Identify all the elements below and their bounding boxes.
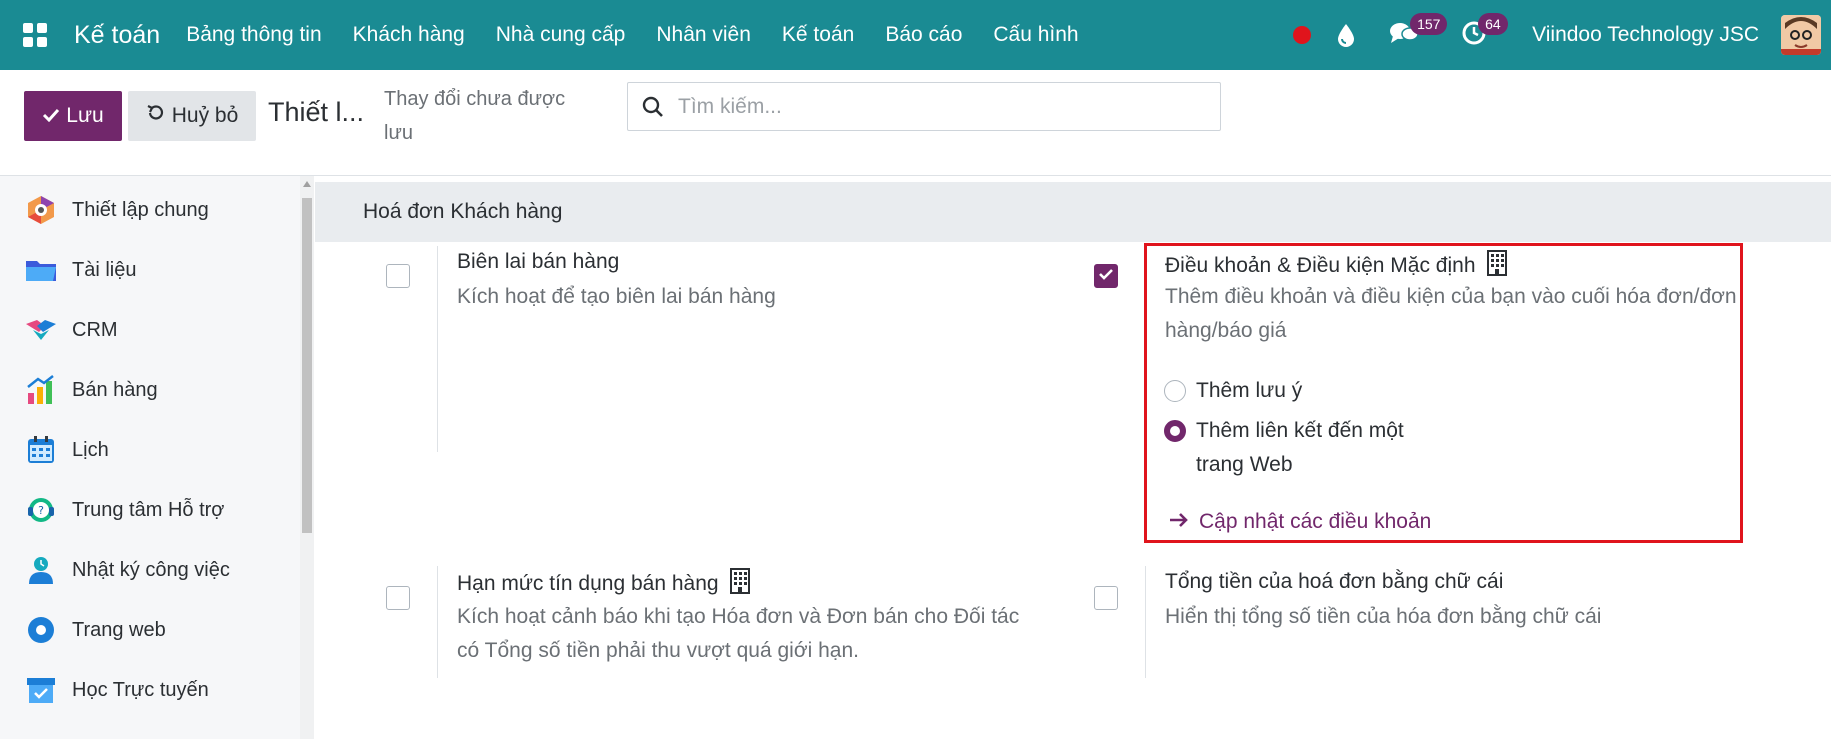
company-building-icon <box>729 568 751 600</box>
sidebar-item-helpdesk[interactable]: ? Trung tâm Hỗ trợ <box>0 480 300 540</box>
sidebar-item-label: Nhật ký công việc <box>72 558 230 581</box>
apps-grid-icon[interactable] <box>0 0 70 70</box>
credit-limit-checkbox[interactable] <box>386 586 410 610</box>
scroll-up-arrow-icon[interactable] <box>303 181 311 187</box>
sidebar-item-label: Trung tâm Hỗ trợ <box>72 498 225 521</box>
menu-reporting[interactable]: Báo cáo <box>885 23 962 47</box>
avatar[interactable] <box>1781 15 1821 55</box>
sidebar-item-label: Học Trực tuyến <box>72 678 209 701</box>
crm-handshake-icon <box>24 313 58 347</box>
sales-receipt-desc: Kích hoạt để tạo biên lai bán hàng <box>457 285 776 308</box>
sidebar-item-label: Trang web <box>72 618 166 641</box>
activities-badge: 64 <box>1478 13 1508 35</box>
sidebar-item-label: Lịch <box>72 438 109 461</box>
sidebar-scrollbar[interactable] <box>300 176 314 739</box>
check-icon <box>1098 267 1114 285</box>
setting-divider <box>437 246 438 452</box>
systray: 157 64 Viindoo Technology JSC <box>1280 0 1831 70</box>
settings-sidebar: Thiết lập chung Tài liệu CRM Bán hàng Lị… <box>0 176 314 739</box>
setting-divider <box>437 566 438 678</box>
elearning-icon <box>24 673 58 707</box>
menu-employees[interactable]: Nhân viên <box>656 23 751 47</box>
company-switcher[interactable]: Viindoo Technology JSC <box>1532 23 1759 47</box>
menu-vendors[interactable]: Nhà cung cấp <box>496 23 626 47</box>
helpdesk-headset-icon: ? <box>24 493 58 527</box>
undo-icon <box>146 103 166 129</box>
save-button[interactable]: Lưu <box>24 91 122 141</box>
credit-limit-desc: Kích hoạt cảnh báo khi tạo Hóa đơn và Đơ… <box>457 605 1020 662</box>
sidebar-item-label: Tài liệu <box>72 258 137 281</box>
search-icon <box>642 96 664 118</box>
top-navbar: Kế toán Bảng thông tin Khách hàng Nhà cu… <box>0 0 1831 70</box>
folder-icon <box>24 253 58 287</box>
sales-receipt-checkbox[interactable] <box>386 264 410 288</box>
sales-chart-icon <box>24 373 58 407</box>
menu-customers[interactable]: Khách hàng <box>353 23 465 47</box>
default-terms-checkbox[interactable] <box>1094 264 1118 288</box>
sidebar-item-general-settings[interactable]: Thiết lập chung <box>0 180 300 240</box>
settings-hexagon-icon <box>24 193 58 227</box>
control-panel: Lưu Huỷ bỏ Thiết l... Thay đổi chưa được… <box>0 70 1831 176</box>
search-input[interactable] <box>678 94 1198 119</box>
amount-in-words-title: Tổng tiền của hoá đơn bằng chữ cái <box>1165 570 1504 593</box>
calendar-icon <box>24 433 58 467</box>
amount-in-words-desc: Hiển thị tổng số tiền của hóa đơn bằng c… <box>1165 605 1602 628</box>
timesheet-person-icon <box>24 553 58 587</box>
svg-text:?: ? <box>38 504 44 517</box>
amount-in-words-checkbox[interactable] <box>1094 586 1118 610</box>
sidebar-item-crm[interactable]: CRM <box>0 300 300 360</box>
sidebar-item-label: CRM <box>72 318 118 341</box>
drop-icon[interactable] <box>1324 0 1368 70</box>
menu-dashboard[interactable]: Bảng thông tin <box>186 23 321 47</box>
menu-accounting[interactable]: Kế toán <box>782 23 854 47</box>
credit-limit-title: Hạn mức tín dụng bán hàng <box>457 568 751 600</box>
search-bar[interactable] <box>627 82 1221 131</box>
messages-button[interactable]: 157 <box>1368 0 1448 70</box>
discard-button[interactable]: Huỷ bỏ <box>128 91 256 141</box>
discard-button-label: Huỷ bỏ <box>171 104 239 127</box>
sidebar-item-elearning[interactable]: Học Trực tuyến <box>0 660 300 720</box>
sales-receipt-title: Biên lai bán hàng <box>457 250 620 273</box>
section-title: Hoá đơn Khách hàng <box>315 182 1831 242</box>
highlight-box <box>1144 243 1743 543</box>
status-dot-icon[interactable] <box>1280 0 1324 70</box>
activities-button[interactable]: 64 <box>1440 0 1508 70</box>
sidebar-item-documents[interactable]: Tài liệu <box>0 240 300 300</box>
save-button-label: Lưu <box>66 104 104 127</box>
website-icon <box>24 613 58 647</box>
sidebar-item-sales[interactable]: Bán hàng <box>0 360 300 420</box>
sidebar-item-label: Bán hàng <box>72 378 158 401</box>
sidebar-item-website[interactable]: Trang web <box>0 600 300 660</box>
check-icon <box>42 104 60 128</box>
breadcrumb: Thiết l... <box>268 97 365 127</box>
setting-divider <box>1145 566 1146 678</box>
menu-configuration[interactable]: Cấu hình <box>993 23 1078 47</box>
sidebar-item-timesheets[interactable]: Nhật ký công việc <box>0 540 300 600</box>
unsaved-status: Thay đổi chưa được lưu <box>384 88 566 144</box>
sidebar-item-label: Thiết lập chung <box>72 198 209 221</box>
scroll-thumb[interactable] <box>302 198 312 533</box>
sidebar-item-calendar[interactable]: Lịch <box>0 420 300 480</box>
app-name[interactable]: Kế toán <box>74 21 160 50</box>
